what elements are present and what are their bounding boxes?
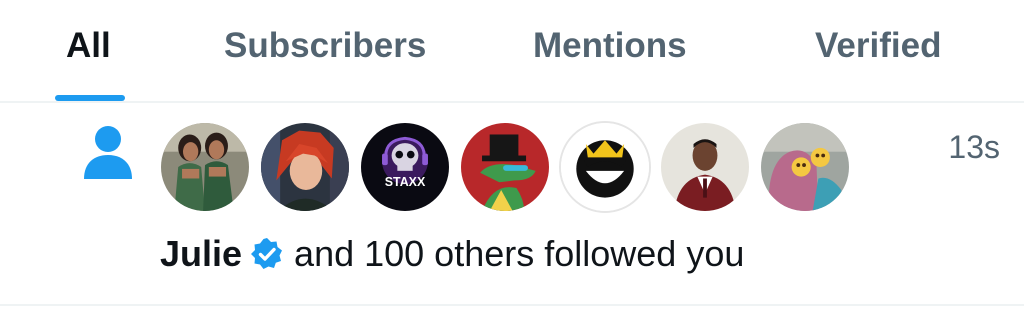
avatar[interactable] bbox=[259, 121, 351, 213]
tab-mentions[interactable]: Mentions bbox=[533, 22, 687, 70]
person-icon bbox=[84, 126, 132, 179]
avatar[interactable] bbox=[559, 121, 651, 213]
notification-message: and 100 others followed you bbox=[294, 233, 745, 274]
tab-all[interactable]: All bbox=[66, 22, 111, 70]
svg-text:STAXX: STAXX bbox=[385, 175, 426, 189]
tab-verified[interactable]: Verified bbox=[815, 22, 941, 70]
follower-name[interactable]: Julie bbox=[160, 233, 242, 275]
verified-badge-icon bbox=[251, 238, 283, 269]
avatar[interactable] bbox=[159, 121, 251, 213]
notification-timestamp: 13s bbox=[948, 129, 1000, 165]
avatar[interactable] bbox=[659, 121, 751, 213]
avatar[interactable]: STAXX bbox=[359, 121, 451, 213]
follow-notification[interactable]: STAXX 13s Julie and 100 others followed … bbox=[0, 103, 1024, 305]
notification-tabs: All Subscribers Mentions Verified bbox=[0, 0, 1024, 102]
avatar[interactable] bbox=[759, 121, 851, 213]
notification-summary: Julie and 100 others followed you bbox=[160, 233, 744, 275]
notification-divider bbox=[0, 304, 1024, 306]
tab-subscribers[interactable]: Subscribers bbox=[224, 22, 426, 70]
avatar[interactable] bbox=[459, 121, 551, 213]
